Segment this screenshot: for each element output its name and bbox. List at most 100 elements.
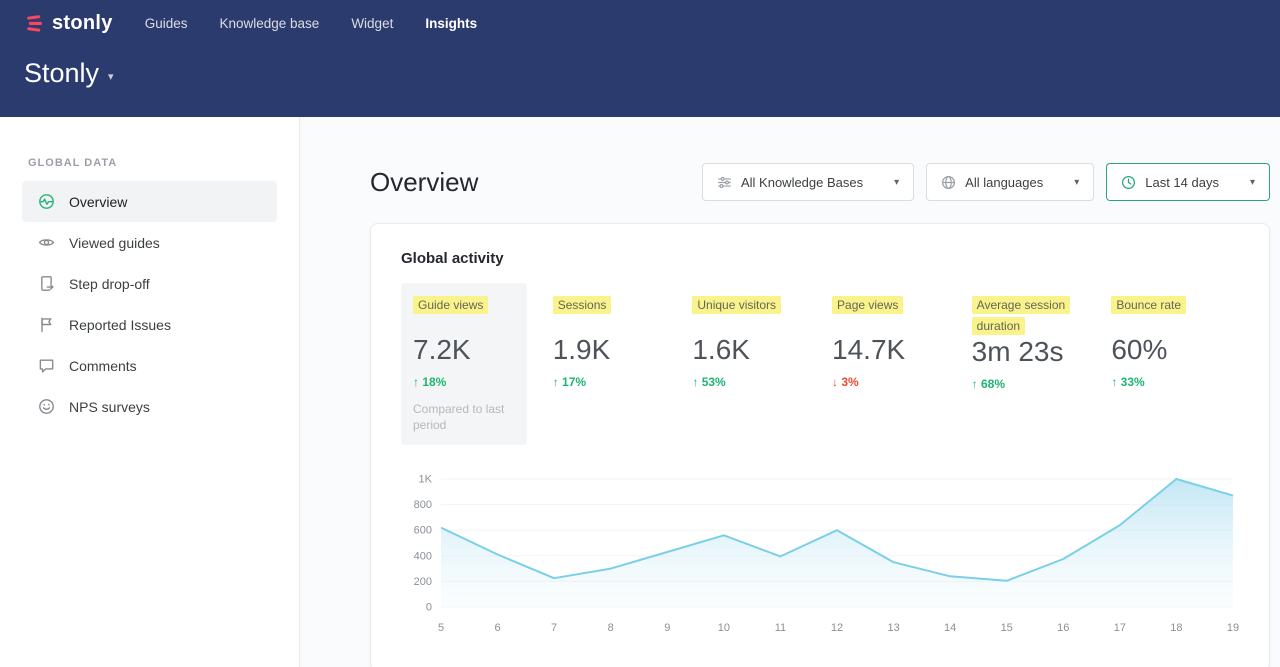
app-header: stonly Guides Knowledge base Widget Insight… [0, 0, 1280, 117]
filter-last-14-days[interactable]: Last 14 days ▾ [1106, 163, 1270, 201]
svg-text:14: 14 [944, 622, 956, 634]
filter-label: Last 14 days [1145, 175, 1219, 190]
chevron-down-icon: ▾ [108, 70, 114, 83]
metric-label: Unique visitors [692, 296, 781, 314]
svg-text:10: 10 [718, 622, 730, 634]
metric-value: 1.9K [553, 335, 669, 366]
svg-text:13: 13 [887, 622, 899, 634]
nav-item-knowledge-base[interactable]: Knowledge base [219, 16, 319, 31]
sidebar: GLOBAL DATA Overview Viewed guides Step dr… [0, 117, 300, 667]
sidebar-item-label: Reported Issues [69, 317, 171, 333]
metric-change: ↑ 18% [413, 375, 515, 389]
svg-text:18: 18 [1170, 622, 1182, 634]
metric-average-session-duration[interactable]: Average session duration3m 23s ↑ 68% [960, 283, 1100, 445]
metric-value: 1.6K [692, 335, 808, 366]
chart-area: 0 200 400 600 800 1K 5 6 7 8 9 10 11 12 13 14 15 16 17 18 19 [401, 469, 1239, 646]
metric-label: Sessions [553, 296, 612, 314]
card-title: Global activity [401, 250, 1239, 267]
metric-bounce-rate[interactable]: Bounce rate 60% ↑ 33% [1099, 283, 1239, 445]
filter-all-languages[interactable]: All languages ▾ [926, 163, 1094, 201]
chevron-down-icon: ▾ [1250, 177, 1255, 188]
nav-item-widget[interactable]: Widget [351, 16, 393, 31]
filter-all-knowledge-bases[interactable]: All Knowledge Bases ▾ [702, 163, 914, 201]
metric-label: Bounce rate [1111, 296, 1186, 314]
chevron-down-icon: ▾ [894, 177, 899, 188]
app-logo[interactable]: stonly [24, 12, 113, 35]
svg-text:9: 9 [664, 622, 670, 634]
step-dropoff-icon [38, 275, 55, 292]
sidebar-section-label: GLOBAL DATA [28, 157, 299, 169]
svg-text:800: 800 [414, 499, 432, 511]
metric-label: Average session duration [972, 296, 1071, 335]
svg-text:200: 200 [414, 576, 432, 588]
svg-text:8: 8 [608, 622, 614, 634]
metric-value: 3m 23s [972, 337, 1088, 368]
metric-note: Compared to last period [413, 401, 513, 433]
workspace-switcher[interactable]: Stonly ▾ [24, 58, 114, 89]
top-nav: stonly Guides Knowledge base Widget Insight… [24, 0, 1256, 46]
globe-icon [941, 175, 956, 190]
sidebar-item-label: Comments [69, 358, 137, 374]
svg-text:600: 600 [414, 525, 432, 537]
nav-item-insights[interactable]: Insights [425, 16, 477, 31]
comment-icon [38, 357, 55, 374]
sidebar-item-comments[interactable]: Comments [22, 345, 277, 386]
page-body: GLOBAL DATA Overview Viewed guides Step dr… [0, 117, 1280, 667]
logo-text: stonly [52, 12, 113, 35]
sidebar-item-label: Step drop-off [69, 276, 150, 292]
svg-text:7: 7 [551, 622, 557, 634]
sidebar-item-label: Overview [69, 194, 127, 210]
svg-text:6: 6 [495, 622, 501, 634]
workspace-title: Stonly [24, 58, 99, 89]
sidebar-item-viewed-guides[interactable]: Viewed guides [22, 222, 277, 263]
overview-icon [38, 193, 55, 210]
svg-text:19: 19 [1227, 622, 1239, 634]
sidebar-item-reported-issues[interactable]: Reported Issues [22, 304, 277, 345]
metric-change: ↑ 33% [1111, 375, 1227, 389]
svg-text:17: 17 [1114, 622, 1126, 634]
metric-label: Guide views [413, 296, 488, 314]
metric-guide-views[interactable]: Guide views 7.2K ↑ 18% Compared to last per… [401, 283, 527, 445]
filter-label: All languages [965, 175, 1043, 190]
metric-change: ↑ 53% [692, 375, 808, 389]
metric-value: 60% [1111, 335, 1227, 366]
metric-change: ↓ 3% [832, 375, 948, 389]
chevron-down-icon: ▾ [1074, 177, 1079, 188]
page-title: Overview [370, 167, 478, 198]
metric-sessions[interactable]: Sessions 1.9K ↑ 17% [541, 283, 681, 445]
sidebar-nav: Overview Viewed guides Step drop-off Report… [0, 181, 299, 427]
main-content: Overview All Knowledge Bases▾All languag… [300, 117, 1280, 667]
filters: All Knowledge Bases▾All languages▾Last 1… [702, 163, 1270, 201]
main-header: Overview All Knowledge Bases▾All languag… [300, 117, 1280, 201]
metric-change: ↑ 17% [553, 375, 669, 389]
svg-text:16: 16 [1057, 622, 1069, 634]
svg-text:5: 5 [438, 622, 444, 634]
filter-label: All Knowledge Bases [741, 175, 863, 190]
sliders-icon [717, 175, 732, 190]
svg-text:11: 11 [775, 622, 786, 634]
sidebar-item-overview[interactable]: Overview [22, 181, 277, 222]
sidebar-item-label: Viewed guides [69, 235, 160, 251]
stonly-logo-icon [24, 13, 45, 34]
clock-icon [1121, 175, 1136, 190]
flag-icon [38, 316, 55, 333]
nav-item-guides[interactable]: Guides [145, 16, 188, 31]
metric-value: 14.7K [832, 335, 948, 366]
metrics-row: Guide views 7.2K ↑ 18% Compared to last per… [401, 283, 1239, 445]
metric-page-views[interactable]: Page views 14.7K ↓ 3% [820, 283, 960, 445]
eye-icon [38, 234, 55, 251]
metric-change: ↑ 68% [972, 377, 1088, 391]
metric-label: Page views [832, 296, 903, 314]
sidebar-item-step-drop-off[interactable]: Step drop-off [22, 263, 277, 304]
svg-text:1K: 1K [419, 474, 433, 486]
smiley-icon [38, 398, 55, 415]
global-activity-card: Global activity Guide views 7.2K ↑ 18% Comp… [370, 223, 1270, 667]
svg-text:12: 12 [831, 622, 843, 634]
svg-text:0: 0 [426, 602, 432, 614]
metric-value: 7.2K [413, 335, 515, 366]
svg-text:15: 15 [1001, 622, 1013, 634]
svg-text:400: 400 [414, 550, 432, 562]
metric-unique-visitors[interactable]: Unique visitors 1.6K ↑ 53% [680, 283, 820, 445]
sidebar-item-label: NPS surveys [69, 399, 150, 415]
sidebar-item-nps-surveys[interactable]: NPS surveys [22, 386, 277, 427]
